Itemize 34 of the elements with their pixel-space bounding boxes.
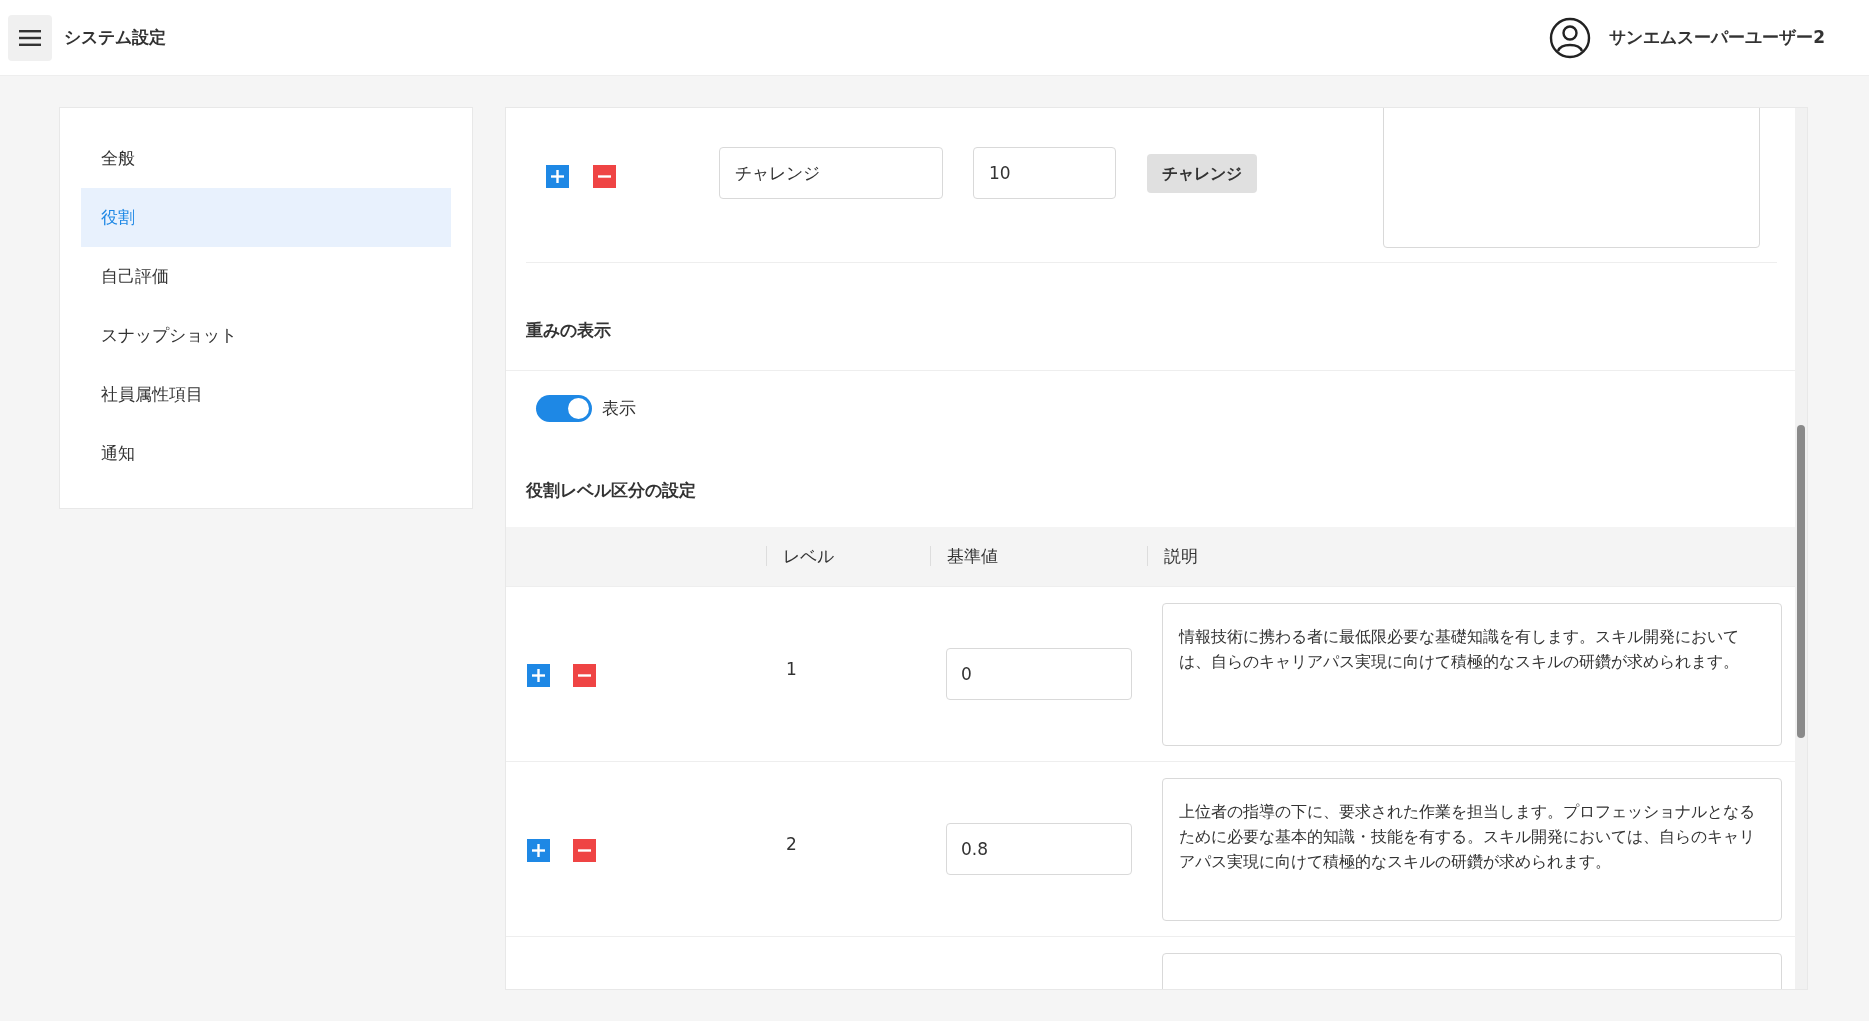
level-number: 2 (786, 832, 797, 856)
scrollbar-thumb[interactable] (1797, 425, 1805, 738)
toggle-label: 表示 (602, 396, 636, 420)
column-header: 基準値 (930, 546, 998, 566)
user-icon[interactable] (1549, 16, 1592, 59)
column-header: レベル (766, 546, 834, 566)
add-icon[interactable] (527, 663, 550, 687)
role-value-field[interactable]: 10 (973, 147, 1116, 199)
menu-icon (19, 29, 41, 46)
sidebar-item[interactable]: 全般 (81, 129, 451, 188)
remove-icon[interactable] (593, 165, 616, 188)
remove-icon[interactable] (573, 663, 596, 687)
toggle-switch[interactable] (536, 395, 592, 422)
app-title: システム設定 (64, 25, 166, 49)
sidebar-item[interactable]: スナップショット (81, 306, 451, 365)
sidebar-item[interactable]: 自己評価 (81, 247, 451, 306)
add-icon[interactable] (546, 165, 569, 188)
role-name-field[interactable]: チャレンジ (719, 147, 943, 199)
sidebar-item[interactable]: 社員属性項目 (81, 365, 451, 424)
base-value-field[interactable]: 0 (946, 647, 1132, 700)
base-value-field[interactable]: 0.8 (946, 822, 1132, 875)
sidebar-item[interactable]: 通知 (81, 424, 451, 483)
description-field[interactable]: 上位者の指導の下に、要求された作業を担当します。プロフェッショナルとなるために必要な基本的知識・技能を有する。スキル開発においては、自らのキャリアパス実現に向けて積極的なスキルの研鑽が求められます。 (1162, 777, 1782, 921)
role-description-field[interactable] (1383, 108, 1760, 248)
column-header: 説明 (1147, 546, 1198, 566)
level-number: 1 (786, 657, 797, 681)
role-preview-tag: チャレンジ (1147, 154, 1257, 193)
section-title: 重みの表示 (506, 263, 1795, 371)
menu-button[interactable] (8, 14, 52, 61)
description-field[interactable]: 情報技術に携わる者に最低限必要な基礎知識を有します。スキル開発においては、自らのキャリアパス実現に向けて積極的なスキルの研鑽が求められます。 (1162, 602, 1782, 746)
user-name[interactable]: サンエムスーパーユーザー2 (1609, 24, 1825, 51)
section-title: 役割レベル区分の設定 (525, 479, 697, 502)
add-icon[interactable] (527, 838, 550, 862)
remove-icon[interactable] (573, 838, 596, 862)
